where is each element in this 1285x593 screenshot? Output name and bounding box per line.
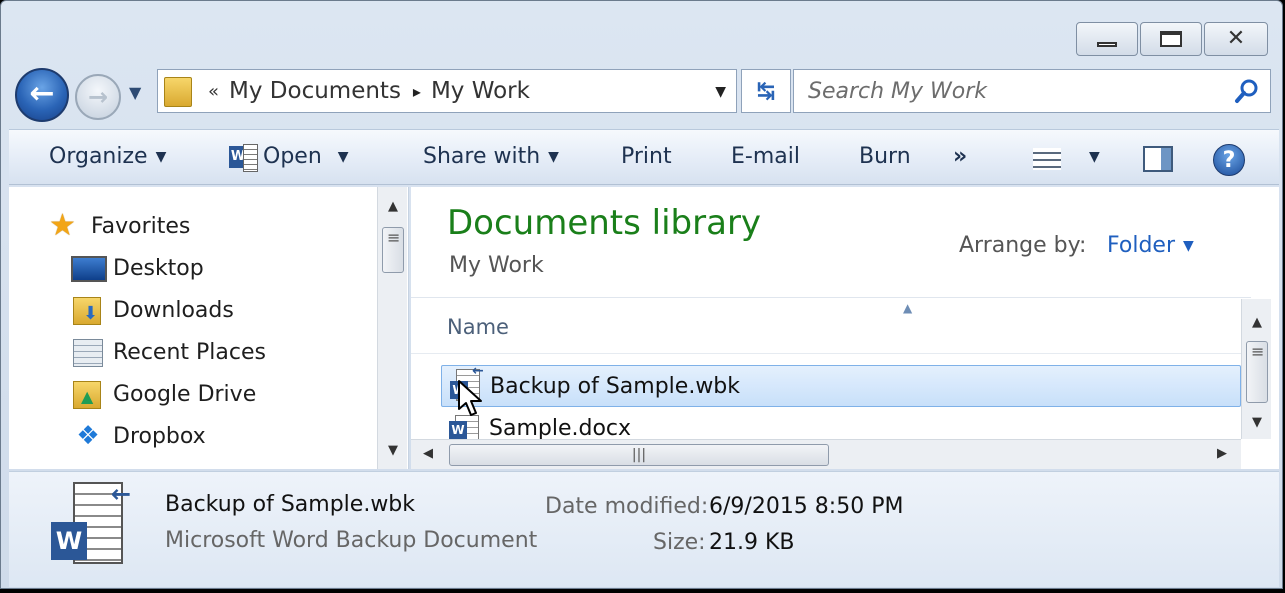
help-icon[interactable]: ? xyxy=(1213,144,1245,176)
back-icon: ← xyxy=(29,75,55,111)
back-button[interactable]: ← xyxy=(15,68,69,122)
chevron-down-icon: ▼ xyxy=(155,149,167,165)
scroll-right-button[interactable]: ▶ xyxy=(1217,446,1227,461)
close-icon: ✕ xyxy=(1226,26,1246,51)
breadcrumb-separator[interactable]: ▸ xyxy=(413,82,421,101)
recent-places-icon xyxy=(71,337,105,367)
scroll-thumb[interactable]: ||| xyxy=(449,444,829,466)
chevron-down-icon: ▼ xyxy=(1089,149,1100,165)
file-row-backup[interactable]: ← Backup of Sample.wbk xyxy=(441,363,1241,407)
file-name: Backup of Sample.wbk xyxy=(490,373,741,399)
dropbox-icon: ❖ xyxy=(76,421,100,451)
scroll-down-button[interactable]: ▼ xyxy=(378,443,408,458)
command-bar: Organize ▼ Open ▼ Share with ▼ Print E-mail… xyxy=(9,129,1279,185)
address-overflow[interactable]: « xyxy=(208,81,219,102)
chevron-down-icon: ▼ xyxy=(548,149,559,165)
scroll-thumb[interactable] xyxy=(382,227,404,273)
print-button[interactable]: Print xyxy=(621,144,672,169)
burn-button[interactable]: Burn xyxy=(859,144,911,169)
content-horizontal-scrollbar[interactable]: ◀ ||| ▶ xyxy=(411,439,1241,469)
minimize-button[interactable] xyxy=(1076,22,1138,56)
more-commands-button[interactable]: » xyxy=(953,144,967,169)
folder-icon xyxy=(164,75,194,107)
close-button[interactable]: ✕ xyxy=(1204,22,1268,56)
view-dropdown[interactable]: ▼ xyxy=(1081,144,1100,169)
date-modified-value: 6/9/2015 8:50 PM xyxy=(709,494,904,519)
navigation-pane: ★ Favorites Desktop Downloads Recent Pla… xyxy=(9,187,409,469)
open-label: Open xyxy=(263,144,322,169)
details-file-type: Microsoft Word Backup Document xyxy=(165,528,538,553)
share-with-button[interactable]: Share with ▼ xyxy=(423,144,559,169)
sort-indicator-icon: ▲ xyxy=(903,301,913,315)
desktop-icon xyxy=(71,253,107,283)
details-file-name: Backup of Sample.wbk xyxy=(165,492,416,517)
nav-desktop-label: Desktop xyxy=(113,255,204,281)
arrange-by-dropdown[interactable]: Folder ▼ xyxy=(1107,233,1194,258)
scroll-up-button[interactable]: ▲ xyxy=(1242,315,1272,330)
maximize-button[interactable] xyxy=(1140,22,1202,56)
explorer-window: ✕ ← → ▼ « My Documents ▸ My Work ▼ ↹ Org… xyxy=(0,0,1283,589)
library-title: Documents library xyxy=(447,203,762,243)
nav-downloads-label: Downloads xyxy=(113,297,234,323)
refresh-icon: ↹ xyxy=(756,78,776,104)
nav-recent-places-label: Recent Places xyxy=(113,339,266,365)
file-name: Sample.docx xyxy=(489,415,632,441)
nav-pane-scrollbar[interactable]: ▲ ▼ xyxy=(377,187,407,469)
divider xyxy=(411,297,1251,298)
scroll-up-button[interactable]: ▲ xyxy=(378,199,408,214)
scroll-left-button[interactable]: ◀ xyxy=(423,446,433,461)
nav-downloads[interactable]: Downloads xyxy=(71,295,234,325)
content-vertical-scrollbar[interactable]: ▲ ▼ xyxy=(1241,299,1271,439)
google-drive-icon xyxy=(71,379,105,409)
search-box[interactable] xyxy=(793,69,1271,113)
star-icon: ★ xyxy=(49,208,76,243)
chevron-down-icon: ▼ xyxy=(1183,238,1194,254)
scroll-down-button[interactable]: ▼ xyxy=(1242,415,1272,430)
nav-google-drive[interactable]: Google Drive xyxy=(71,379,256,409)
open-button[interactable]: Open ▼ xyxy=(229,144,349,172)
nav-desktop[interactable]: Desktop xyxy=(71,253,204,283)
view-icon[interactable] xyxy=(1033,148,1061,170)
search-input[interactable] xyxy=(808,78,1208,104)
address-dropdown[interactable]: ▼ xyxy=(715,84,726,100)
caption-buttons: ✕ xyxy=(1076,22,1268,56)
arrange-by-value: Folder xyxy=(1107,233,1175,258)
organize-button[interactable]: Organize ▼ xyxy=(49,144,166,169)
size-value: 21.9 KB xyxy=(709,530,795,555)
nav-dropbox-label: Dropbox xyxy=(113,423,206,449)
search-icon[interactable] xyxy=(1234,78,1260,104)
maximize-icon xyxy=(1160,31,1182,47)
scroll-thumb[interactable] xyxy=(1246,341,1268,403)
column-header-name[interactable]: Name xyxy=(447,315,509,339)
breadcrumb-my-work[interactable]: My Work xyxy=(431,78,530,104)
email-button[interactable]: E-mail xyxy=(731,144,800,169)
library-subtitle: My Work xyxy=(449,253,544,278)
arrange-by-label: Arrange by: xyxy=(959,233,1087,258)
details-pane: W ← Backup of Sample.wbk Microsoft Word … xyxy=(9,471,1279,587)
content-pane: Documents library My Work Arrange by: Fo… xyxy=(411,187,1279,469)
size-label: Size: xyxy=(653,530,706,555)
address-bar[interactable]: « My Documents ▸ My Work ▼ xyxy=(157,69,737,113)
date-modified-label: Date modified: xyxy=(545,494,709,519)
recent-pages-dropdown[interactable]: ▼ xyxy=(129,83,141,102)
forward-icon: → xyxy=(87,83,109,111)
divider xyxy=(411,353,1251,354)
nav-google-drive-label: Google Drive xyxy=(113,381,257,407)
forward-button[interactable]: → xyxy=(75,74,121,120)
nav-favorites-label: Favorites xyxy=(91,213,191,239)
navigation-bar: ← → ▼ « My Documents ▸ My Work ▼ ↹ xyxy=(15,65,1271,122)
nav-favorites[interactable]: ★ Favorites xyxy=(49,211,190,241)
minimize-icon xyxy=(1097,41,1117,47)
nav-dropbox[interactable]: ❖ Dropbox xyxy=(71,421,206,451)
refresh-button[interactable]: ↹ xyxy=(741,69,791,113)
word-backup-icon: W ← xyxy=(49,480,131,574)
share-with-label: Share with xyxy=(423,144,541,169)
preview-pane-icon[interactable] xyxy=(1143,146,1173,172)
organize-label: Organize xyxy=(49,144,148,169)
downloads-icon xyxy=(71,295,105,325)
chevron-down-icon[interactable]: ▼ xyxy=(338,149,349,165)
word-icon xyxy=(229,144,258,172)
nav-recent-places[interactable]: Recent Places xyxy=(71,337,266,367)
breadcrumb-my-documents[interactable]: My Documents xyxy=(229,78,401,104)
